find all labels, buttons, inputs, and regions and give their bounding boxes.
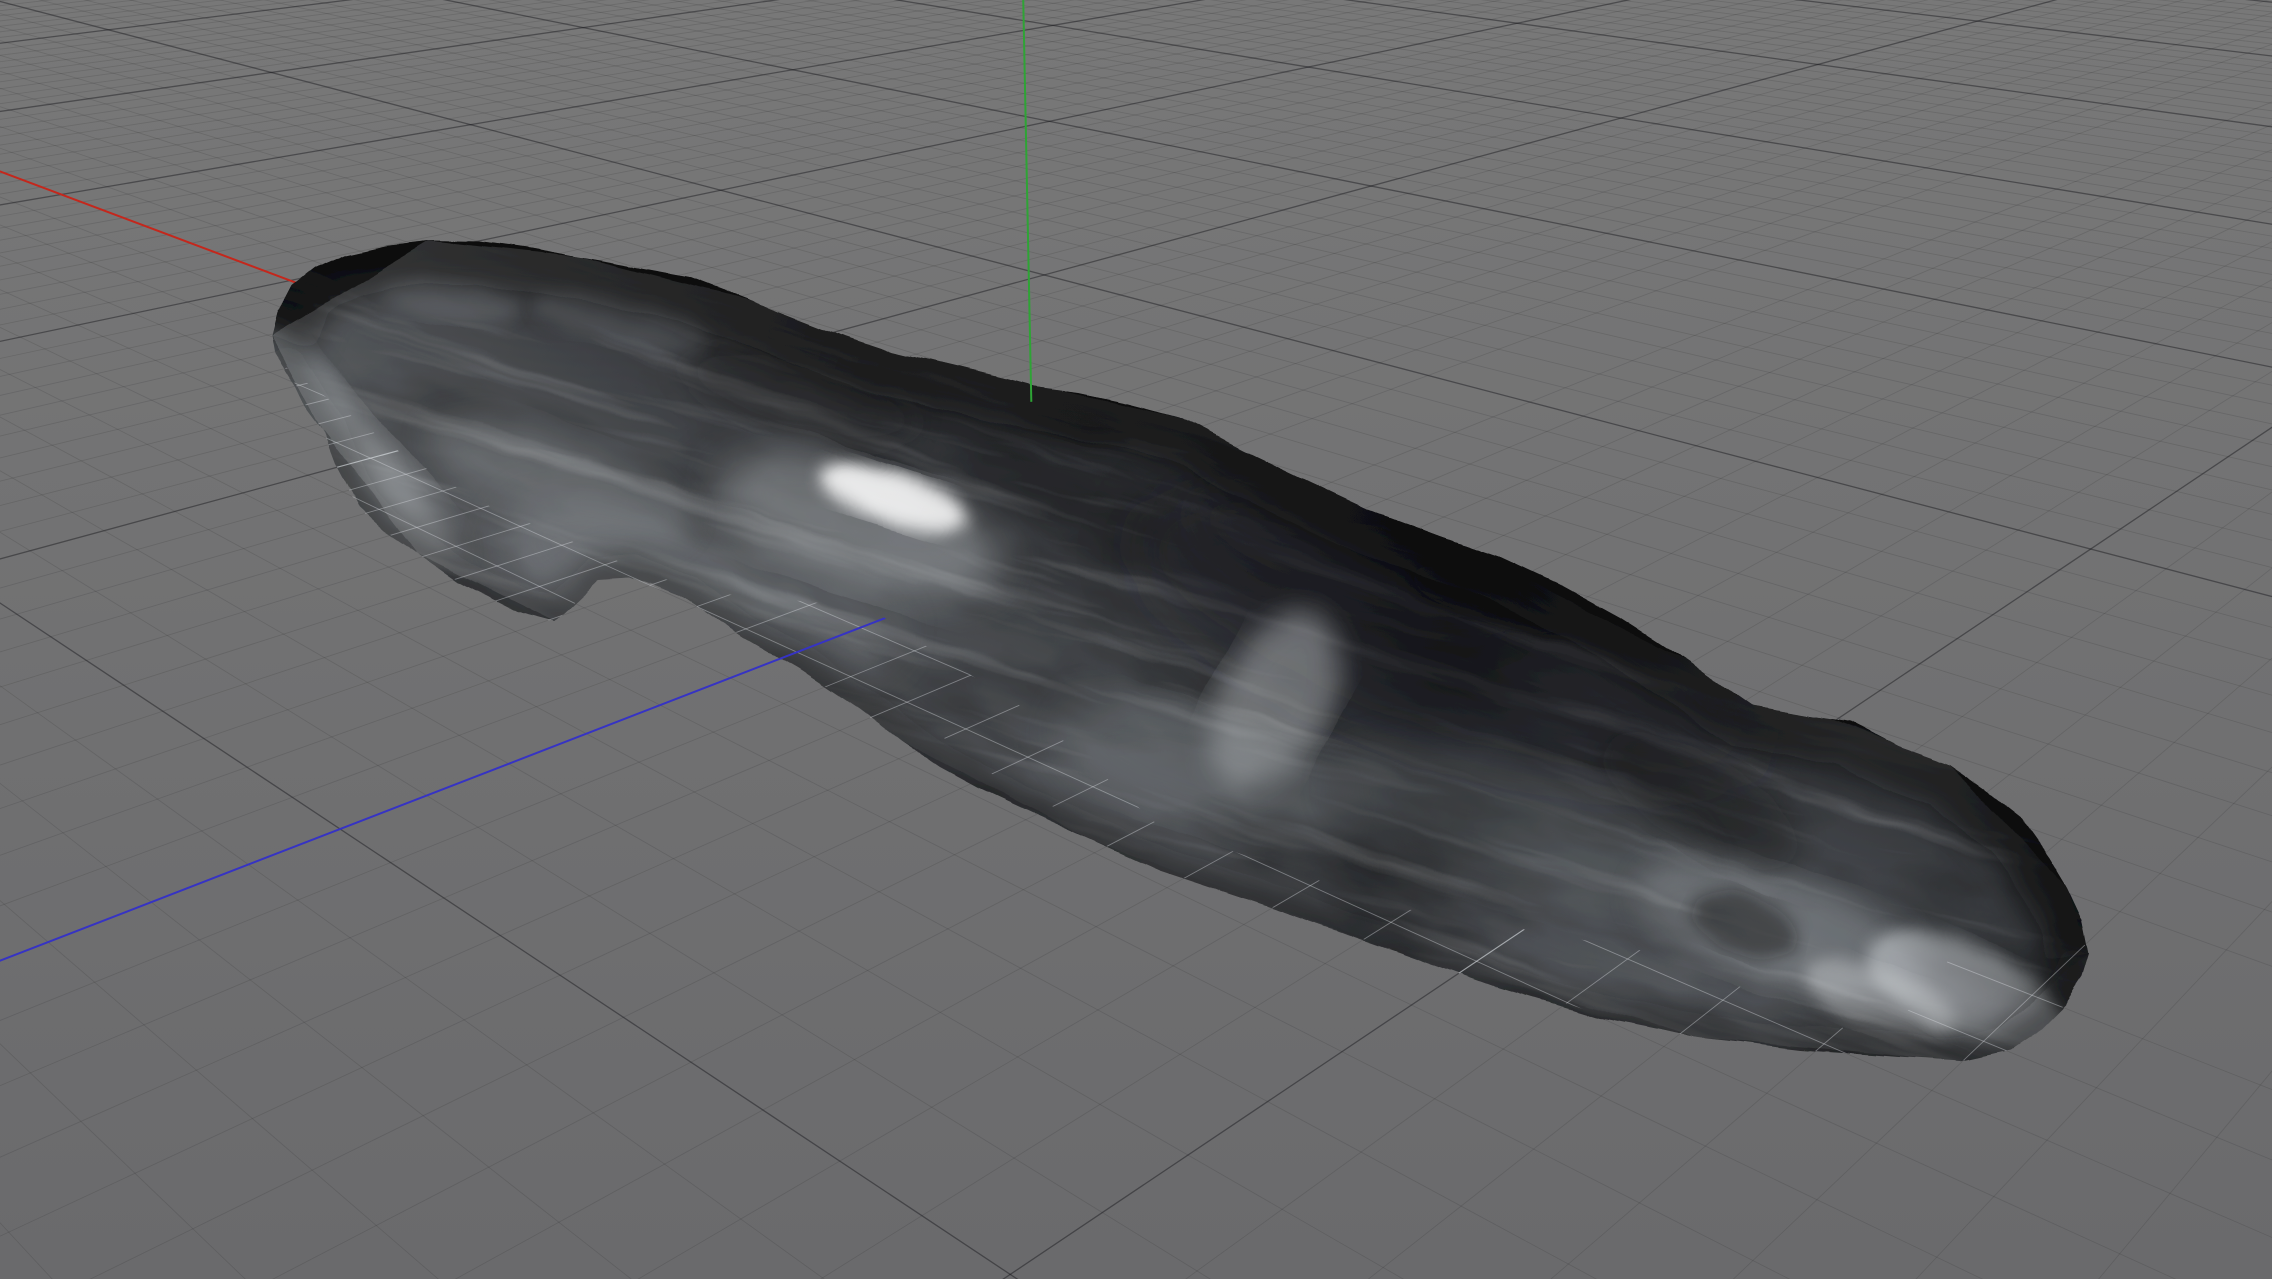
viewport-canvas[interactable] bbox=[0, 0, 2272, 1279]
viewport-3d[interactable] bbox=[0, 0, 2272, 1279]
